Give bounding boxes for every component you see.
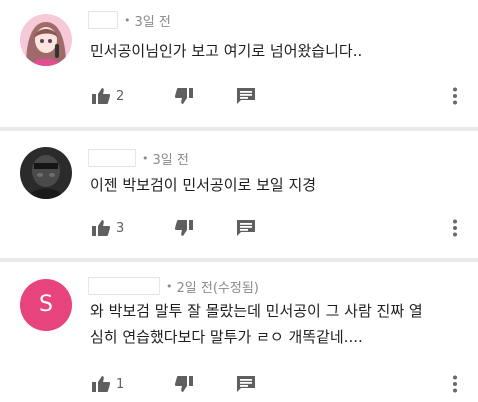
separator-dot: • bbox=[142, 151, 149, 165]
like-button[interactable]: 3 bbox=[92, 216, 124, 240]
comment-card: • 3일 전 이젠 박보검이 민서공이로 보일 지경 3 bbox=[0, 131, 478, 258]
reply-button[interactable] bbox=[237, 84, 255, 108]
more-options-button[interactable] bbox=[452, 372, 458, 396]
comment-actions: 2 bbox=[92, 84, 468, 108]
comment-meta: • 3일 전 bbox=[88, 11, 171, 30]
reply-button[interactable] bbox=[237, 372, 255, 396]
user-avatar[interactable] bbox=[20, 147, 72, 199]
reply-icon bbox=[237, 88, 255, 104]
dislike-button[interactable] bbox=[175, 216, 193, 240]
comment-actions: 3 bbox=[92, 216, 468, 240]
comment-time: 3일 전 bbox=[152, 152, 189, 168]
reply-icon bbox=[237, 220, 255, 236]
comment-text: 민서공이님인가 보고 여기로 넘어왔습니다.. bbox=[90, 38, 462, 64]
comment-meta: • 3일 전 bbox=[88, 149, 189, 168]
dark-photo-avatar-icon bbox=[20, 147, 72, 199]
user-avatar[interactable] bbox=[20, 14, 72, 66]
like-button[interactable]: 2 bbox=[92, 84, 124, 108]
thumb-up-icon bbox=[92, 220, 110, 236]
comment-text-line: 심히 연습했다보다 말투가 ㄹㅇ 개똑같네.... bbox=[90, 328, 363, 346]
anime-girl-avatar-icon bbox=[20, 14, 72, 66]
like-button[interactable]: 1 bbox=[92, 372, 124, 396]
reply-icon bbox=[237, 376, 255, 392]
redacted-username[interactable] bbox=[88, 149, 136, 167]
comment-card: S • 2일 전(수정됨) 와 박보검 말투 잘 몰랐는데 민서공이 그 사람 … bbox=[0, 262, 478, 402]
more-vert-icon bbox=[453, 87, 457, 105]
redacted-username[interactable] bbox=[88, 277, 160, 295]
thumb-up-icon bbox=[92, 88, 110, 104]
like-count: 1 bbox=[116, 376, 125, 392]
comment-time: 2일 전(수정됨) bbox=[176, 280, 259, 296]
comment-text-line: 이젠 박보검이 민서공이로 보일 지경 bbox=[90, 176, 317, 194]
comment-actions: 1 bbox=[92, 372, 468, 396]
comment-text: 와 박보검 말투 잘 몰랐는데 민서공이 그 사람 진짜 열 심히 연습했다보다… bbox=[90, 298, 462, 350]
thumb-down-icon bbox=[175, 88, 193, 104]
comment-card: • 3일 전 민서공이님인가 보고 여기로 넘어왔습니다.. 2 bbox=[0, 0, 478, 127]
redacted-username[interactable] bbox=[88, 11, 118, 29]
comment-time: 3일 전 bbox=[134, 14, 171, 30]
comment-text-line: 와 박보검 말투 잘 몰랐는데 민서공이 그 사람 진짜 열 bbox=[90, 302, 423, 320]
like-count: 3 bbox=[116, 220, 125, 236]
more-options-button[interactable] bbox=[452, 216, 458, 240]
thumb-down-icon bbox=[175, 220, 193, 236]
like-count: 2 bbox=[116, 88, 125, 104]
comment-text: 이젠 박보검이 민서공이로 보일 지경 bbox=[90, 172, 462, 198]
thumb-up-icon bbox=[92, 376, 110, 392]
dislike-button[interactable] bbox=[175, 84, 193, 108]
more-vert-icon bbox=[453, 219, 457, 237]
comment-meta: • 2일 전(수정됨) bbox=[88, 277, 259, 296]
separator-dot: • bbox=[166, 279, 173, 293]
reply-button[interactable] bbox=[237, 216, 255, 240]
dislike-button[interactable] bbox=[175, 372, 193, 396]
separator-dot: • bbox=[124, 13, 131, 27]
avatar-letter: S bbox=[39, 292, 53, 317]
more-options-button[interactable] bbox=[452, 84, 458, 108]
thumb-down-icon bbox=[175, 376, 193, 392]
user-avatar[interactable]: S bbox=[20, 279, 72, 331]
comment-text-line: 민서공이님인가 보고 여기로 넘어왔습니다.. bbox=[90, 42, 363, 60]
more-vert-icon bbox=[453, 375, 457, 393]
